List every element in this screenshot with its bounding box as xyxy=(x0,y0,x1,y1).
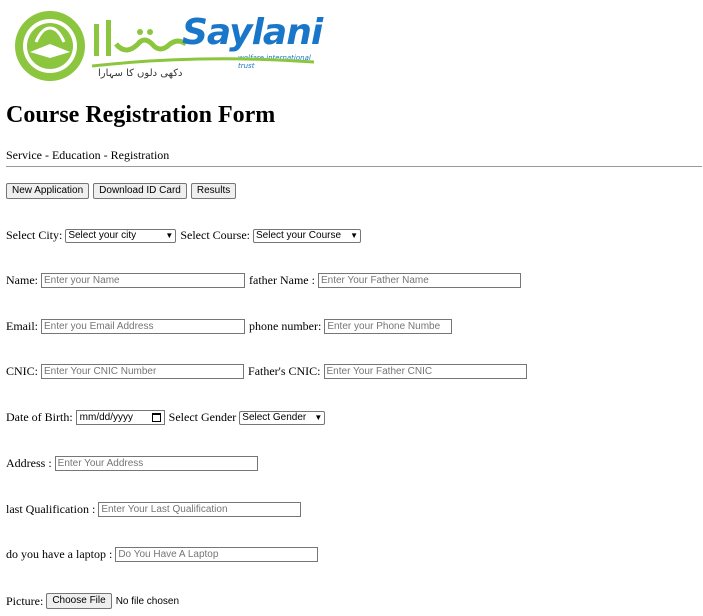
qualification-input[interactable]: Enter Your Last Qualification xyxy=(98,502,302,517)
course-label: Select Course: xyxy=(180,228,250,242)
file-status: No file chosen xyxy=(115,595,180,607)
gender-select-value: Select Gender xyxy=(242,412,307,423)
download-id-card-button[interactable]: Download ID Card xyxy=(93,183,187,199)
father-cnic-label: Father's CNIC: xyxy=(248,364,321,378)
father-cnic-input[interactable]: Enter Your Father CNIC xyxy=(323,364,527,379)
saylani-seal-icon xyxy=(15,11,85,81)
chevron-down-icon: ▼ xyxy=(314,413,323,422)
email-label: Email: xyxy=(6,319,38,333)
picture-label: Picture: xyxy=(6,593,44,608)
city-select-value: Select your city xyxy=(68,230,137,241)
name-label: Name: xyxy=(6,273,38,287)
picture-row: Picture: Choose File No file chosen xyxy=(6,593,179,609)
brand-name-latin: Saylani xyxy=(182,12,323,53)
saylani-logo: Saylani welfare international trust دکھی… xyxy=(12,6,323,82)
address-input[interactable]: Enter Your Address xyxy=(54,456,258,471)
address-row: Address : Enter Your Address xyxy=(6,456,258,471)
page-title: Course Registration Form xyxy=(6,102,276,128)
cnic-row: CNIC: Enter Your CNIC Number Father's CN… xyxy=(6,364,527,379)
new-application-button[interactable]: New Application xyxy=(6,183,90,199)
choose-file-button[interactable]: Choose File xyxy=(46,593,112,609)
address-label: Address : xyxy=(6,456,52,470)
name-input[interactable]: Enter your Name xyxy=(41,273,245,288)
laptop-input[interactable]: Do You Have A Laptop xyxy=(115,547,319,562)
calendar-icon[interactable] xyxy=(151,413,161,422)
chevron-down-icon: ▼ xyxy=(165,231,174,240)
phone-label: phone number: xyxy=(249,319,322,333)
page-subtitle: Service - Education - Registration xyxy=(6,148,170,162)
course-select-value: Select your Course xyxy=(255,230,342,241)
father-name-input[interactable]: Enter Your Father Name xyxy=(317,273,521,288)
action-bar: New Application Download ID Card Results xyxy=(6,183,237,199)
name-row: Name: Enter your Name father Name : Ente… xyxy=(6,273,521,288)
email-row: Email: Enter you Email Address phone num… xyxy=(6,319,453,334)
cnic-input[interactable]: Enter Your CNIC Number xyxy=(41,364,245,379)
course-select[interactable]: Select your Course ▼ xyxy=(252,228,361,243)
dob-label: Date of Birth: xyxy=(6,410,73,424)
dob-placeholder: mm/dd/yyyy xyxy=(79,412,133,423)
divider xyxy=(6,166,702,167)
gender-select[interactable]: Select Gender ▼ xyxy=(239,410,326,425)
email-input[interactable]: Enter you Email Address xyxy=(41,319,245,334)
laptop-row: do you have a laptop : Do You Have A Lap… xyxy=(6,547,319,562)
gender-label: Select Gender xyxy=(168,410,237,424)
phone-input[interactable]: Enter your Phone Numbe xyxy=(324,319,453,334)
qualification-row: last Qualification : Enter Your Last Qua… xyxy=(6,502,302,517)
laptop-label: do you have a laptop : xyxy=(6,547,113,561)
city-select[interactable]: Select your city ▼ xyxy=(65,228,177,243)
dob-input[interactable]: mm/dd/yyyy xyxy=(75,410,165,425)
father-name-label: father Name : xyxy=(249,273,315,287)
city-course-row: Select City: Select your city ▼ Select C… xyxy=(6,228,361,243)
city-label: Select City: xyxy=(6,228,63,242)
brand-tagline-urdu: دکھی دلوں کا سہارا xyxy=(98,68,183,79)
chevron-down-icon: ▼ xyxy=(350,231,358,240)
cnic-label: CNIC: xyxy=(6,364,39,378)
dob-gender-row: Date of Birth: mm/dd/yyyy Select Gender … xyxy=(6,410,326,425)
results-button[interactable]: Results xyxy=(190,183,237,199)
qualification-label: last Qualification : xyxy=(6,502,96,516)
